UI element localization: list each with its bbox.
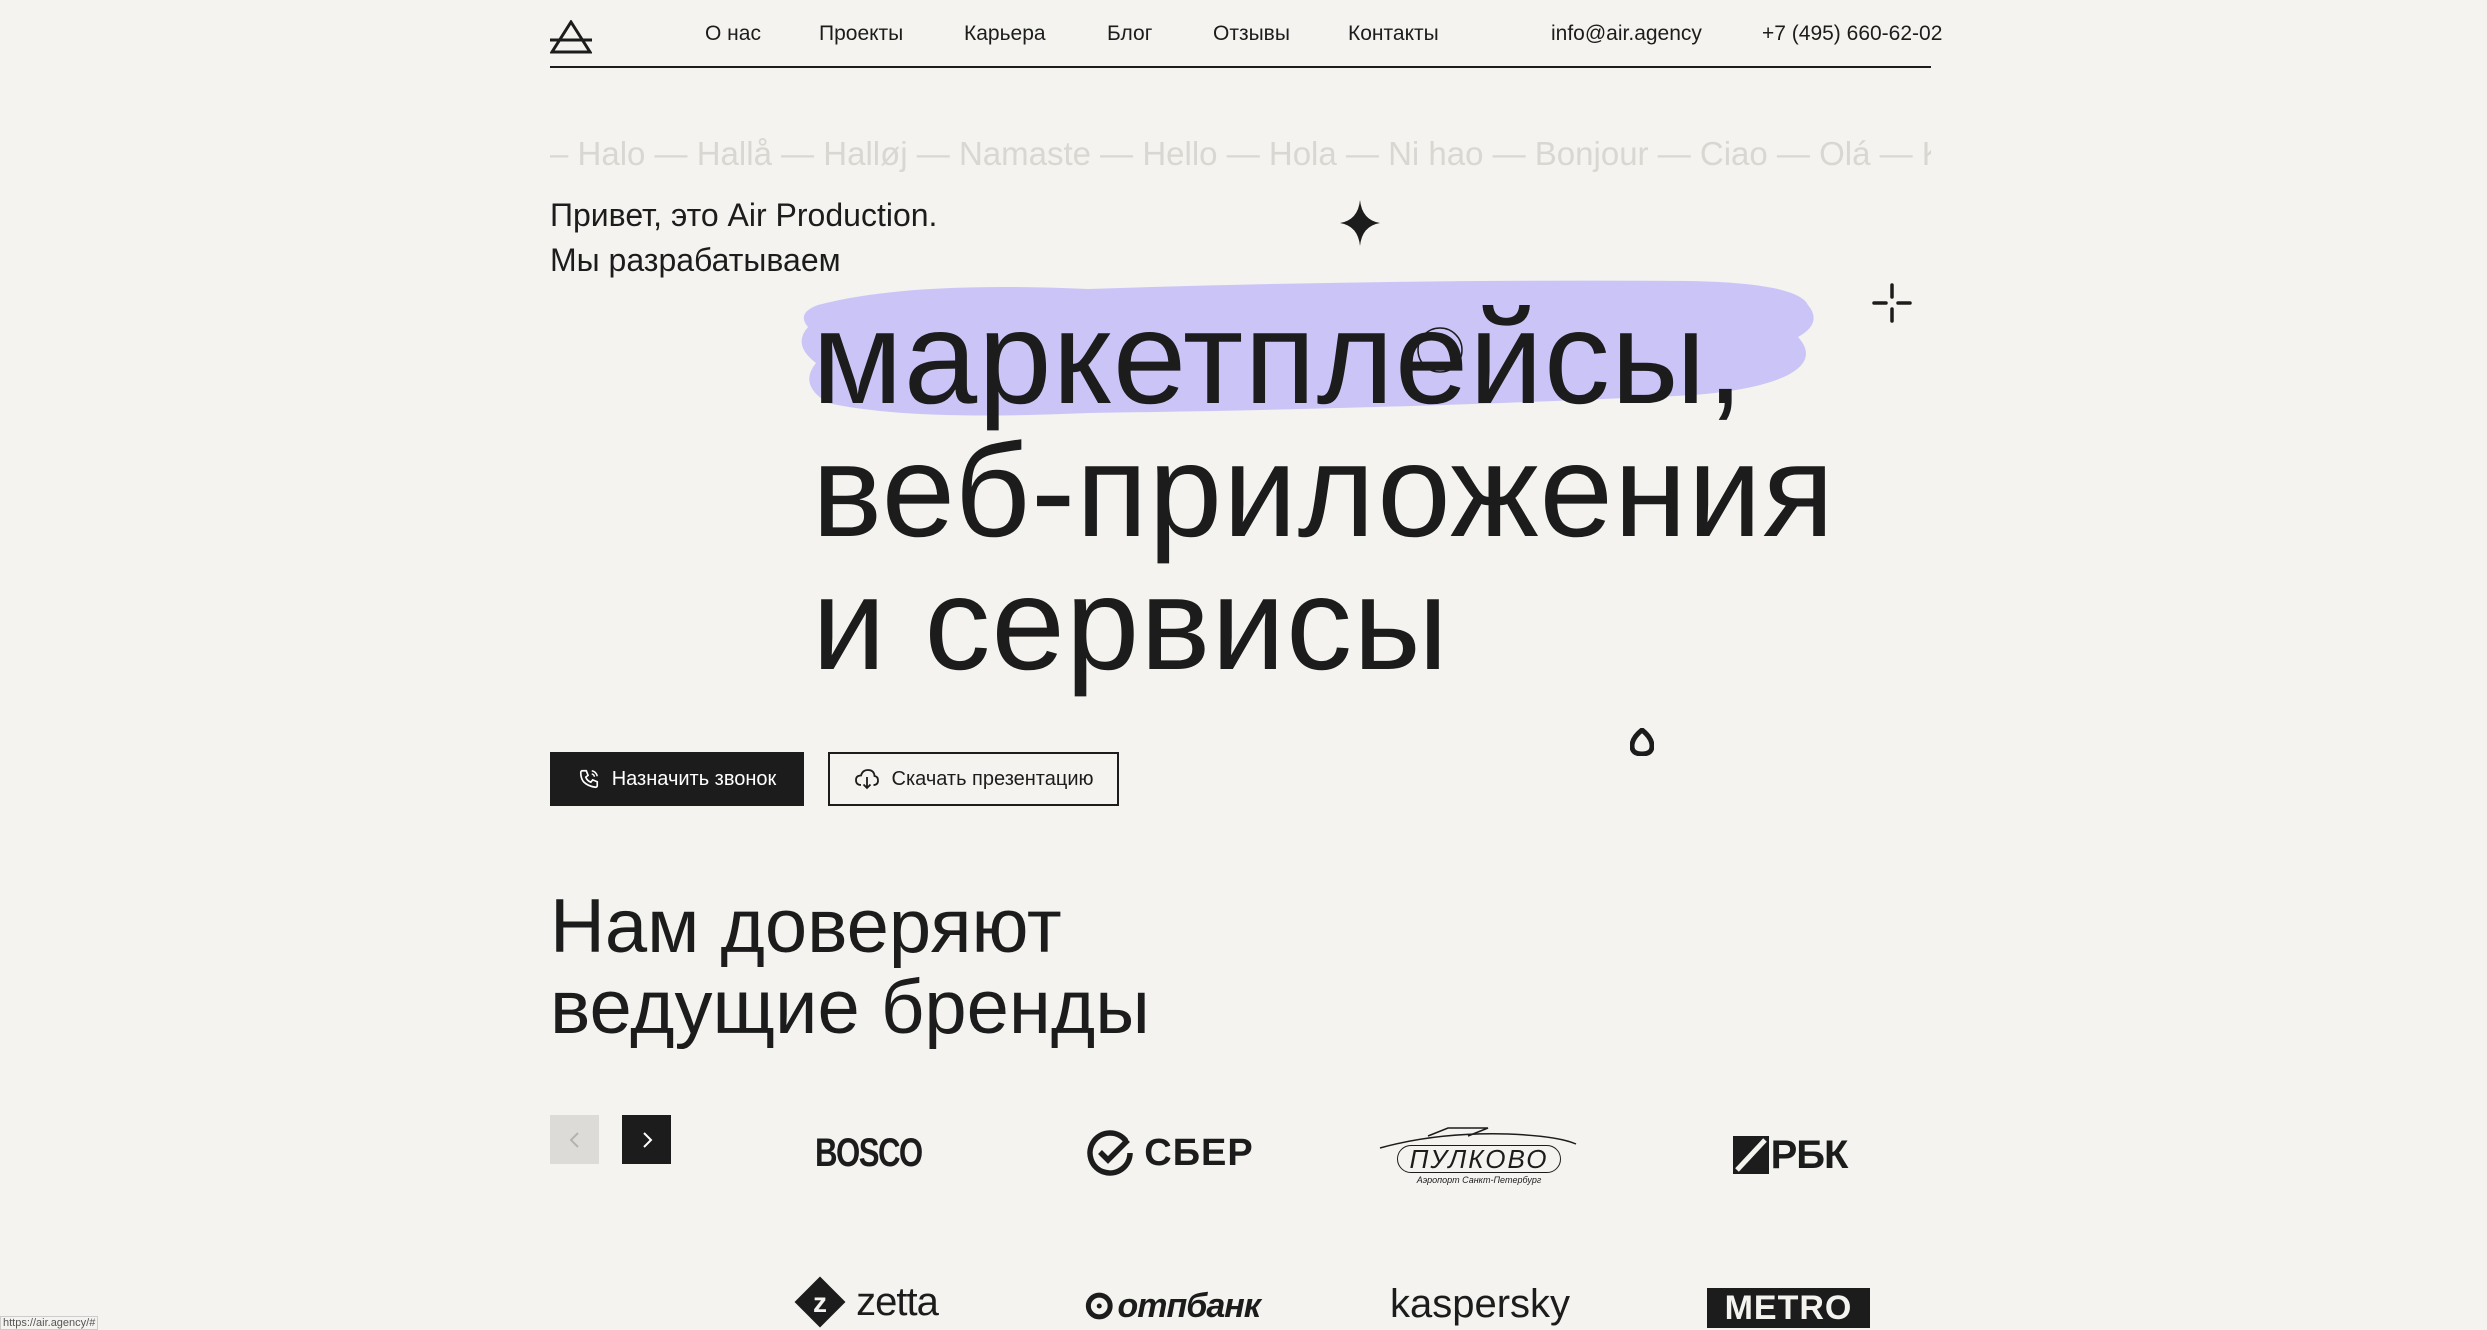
drop-shape-icon [1630,728,1654,756]
brand-logo-bosco: BOSCO [800,1128,930,1178]
chevron-left-icon [569,1131,579,1148]
sparkle-star-icon [1340,200,1380,246]
brand-logo-rbk: РБК [1725,1130,1855,1180]
schedule-call-button[interactable]: Назначить звонок [550,752,804,806]
rbk-mark-icon [1732,1136,1769,1174]
greeting-ticker: – Halo — Hallå — Halløj — Namaste — Hell… [550,135,1931,172]
otp-circle-icon [1085,1292,1113,1320]
chevron-right-icon [642,1131,652,1148]
intro-line-1: Привет, это Air Production. [550,197,938,233]
zetta-diamond-icon: z [794,1276,846,1328]
hero-line-2: веб-приложения [812,417,1836,564]
cloud-download-icon [854,769,879,790]
brand-logo-metro: METRO [1707,1288,1870,1328]
brand-logo-sber: СБЕР [1085,1126,1255,1180]
nav-item-career[interactable]: Карьера [964,22,1046,46]
schedule-call-label: Назначить звонок [611,767,777,790]
rbk-logo-text: РБК [1770,1132,1849,1177]
header-email-link[interactable]: info@air.agency [1551,22,1702,46]
sparkle-cross-icon [1872,283,1912,323]
nav-item-contacts[interactable]: Контакты [1348,22,1439,46]
kaspersky-logo-text: kaspersky [1389,1281,1571,1326]
header-divider [550,66,1931,68]
zetta-logo-text: zetta [856,1279,939,1324]
sber-check-icon [1087,1130,1134,1176]
nav-item-blog[interactable]: Блог [1107,22,1152,46]
hero-line-3: и сервисы [812,550,1449,697]
brands-title-line-1: Нам доверяют [550,884,1062,969]
otpbank-logo-text: отпбанк [1117,1286,1261,1325]
sber-logo-text: СБЕР [1144,1131,1254,1174]
nav-item-projects[interactable]: Проекты [819,22,903,46]
brand-logo-pulkovo: ПУЛКОВО Аэропорт Санкт-Петербург [1378,1126,1580,1186]
metro-logo-text: METRO [1724,1289,1853,1327]
carousel-prev-button[interactable] [550,1115,599,1164]
carousel-next-button[interactable] [622,1115,671,1164]
download-presentation-button[interactable]: Скачать презентацию [828,752,1119,806]
intro-text: Привет, это Air Production. Мы разрабаты… [550,193,937,283]
pulkovo-swoosh-icon [1379,1127,1577,1149]
brand-logo-zetta: z zetta [780,1276,950,1328]
nav-item-reviews[interactable]: Отзывы [1213,22,1290,46]
brand-logo-kaspersky: kaspersky [1380,1280,1580,1328]
brand-logo-otpbank: отпбанк [1085,1284,1261,1328]
svg-text:z: z [813,1287,827,1318]
bosco-logo-text: BOSCO [814,1130,923,1175]
hero-line-1: маркетплейсы, [812,284,1745,431]
cursor-circle-icon [1417,327,1463,373]
nav-item-about[interactable]: О нас [705,22,761,46]
header-phone-link[interactable]: +7 (495) 660-62-02 [1762,22,1942,46]
brands-title-line-2: ведущие бренды [550,965,1150,1050]
download-presentation-label: Скачать презентацию [891,767,1094,790]
pulkovo-logo-subtext: Аэропорт Санкт-Петербург [1416,1175,1542,1185]
air-logo-icon[interactable] [550,20,592,54]
phone-icon [579,769,598,789]
brands-section-title: Нам доверяют ведущие бренды [550,886,1150,1048]
